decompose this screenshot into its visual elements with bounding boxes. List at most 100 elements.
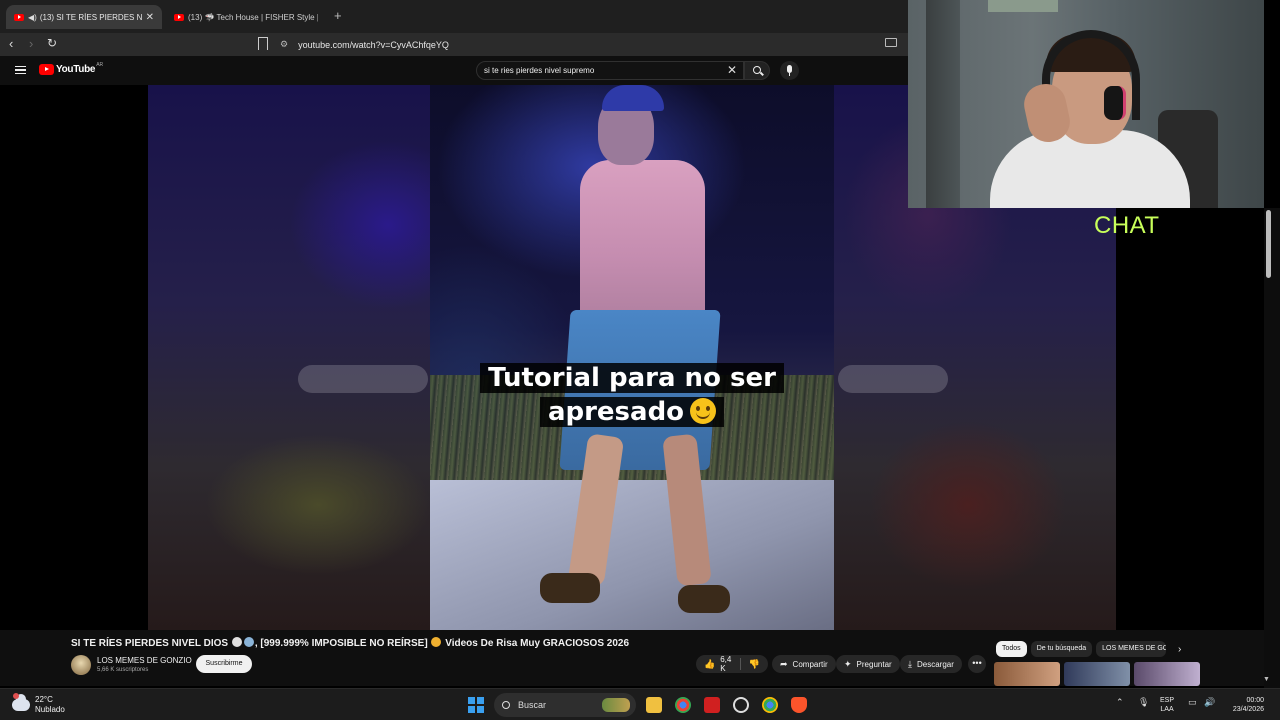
- person-torso: [580, 160, 705, 320]
- address-bar: ‹ › ↻ ⚙ youtube.com/watch?v=CyvAChfqeYQ: [0, 33, 908, 56]
- webcam-door: [926, 0, 960, 208]
- country-code: AR: [96, 61, 104, 68]
- search-highlight-image: [602, 698, 630, 712]
- file-explorer-icon[interactable]: [646, 697, 662, 713]
- chip-bar: Todos De tu búsqueda LOS MEMES DE GO: [996, 641, 1167, 657]
- network-icon[interactable]: ▭: [1188, 697, 1197, 708]
- weather-condition: Nublado: [35, 705, 65, 714]
- youtube-logo[interactable]: YouTube AR: [39, 61, 104, 75]
- show-hidden-icons[interactable]: ⌃: [1116, 697, 1124, 708]
- thumbnail[interactable]: [994, 662, 1060, 686]
- thumbs-down-icon: 👎: [748, 658, 760, 669]
- clear-search-icon[interactable]: ✕: [727, 63, 737, 77]
- scrollbar-thumb[interactable]: [1266, 210, 1271, 278]
- webcam-shelf: [988, 0, 1058, 12]
- caption-line-1: Tutorial para no ser: [480, 363, 784, 393]
- chevron-right-icon[interactable]: ›: [1178, 644, 1181, 655]
- sparkle-icon: ✦: [844, 658, 852, 669]
- speaker-icon[interactable]: ◀): [28, 13, 37, 22]
- microphone-icon[interactable]: 🎙: [1138, 697, 1149, 708]
- search-icon: [753, 66, 761, 74]
- weather-widget[interactable]: 22°C Nublado: [12, 693, 65, 715]
- chat-label: CHAT: [1094, 212, 1160, 239]
- ask-button[interactable]: ✦ Preguntar: [836, 655, 900, 673]
- new-tab-button[interactable]: +: [334, 8, 342, 23]
- time: 00:00: [1246, 697, 1264, 704]
- cloud-icon: [12, 693, 30, 711]
- like-button[interactable]: 👍 6,4 K: [696, 655, 740, 673]
- obs-icon[interactable]: [733, 697, 749, 713]
- forward-icon[interactable]: ›: [29, 36, 33, 51]
- search-input[interactable]: si te ries pierdes nivel supremo ✕: [476, 61, 744, 80]
- chip-channel[interactable]: LOS MEMES DE GO: [1096, 641, 1167, 657]
- share-button[interactable]: ➦ Compartir: [772, 655, 836, 673]
- chrome-profile-icon[interactable]: [762, 697, 778, 713]
- skull-emoji-icon: [231, 637, 242, 647]
- taskbar-search[interactable]: Buscar: [494, 693, 636, 717]
- person-shoe: [678, 585, 730, 613]
- share-label: Compartir: [792, 659, 828, 669]
- laughing-emoji-icon: [431, 637, 442, 647]
- title-part: Videos De Risa Muy GRACIOSOS 2026: [442, 638, 630, 649]
- taskbar-search-label: Buscar: [518, 700, 547, 710]
- tab-inactive[interactable]: (13) 🦈 Tech House | FISHER Style | M: [166, 5, 326, 29]
- close-tab-icon[interactable]: ✕: [146, 12, 154, 23]
- windows-start-icon[interactable]: [468, 697, 484, 713]
- voice-search-icon[interactable]: [780, 61, 799, 80]
- thumbnail[interactable]: [1064, 662, 1130, 686]
- dislike-button[interactable]: 👎: [741, 655, 768, 673]
- temperature: 22°C: [35, 695, 53, 704]
- tab-title: (13) 🦈 Tech House | FISHER Style | M: [188, 12, 318, 22]
- scroll-down-icon[interactable]: ▼: [1263, 676, 1270, 683]
- url-text: youtube.com/watch?v=CyvAChfqeYQ: [298, 39, 449, 50]
- reload-icon[interactable]: ↻: [47, 36, 57, 50]
- url-field[interactable]: ⚙ youtube.com/watch?v=CyvAChfqeYQ: [280, 35, 840, 54]
- taskbar: 22°C Nublado Buscar ⌃ 🎙 ESP LAA ▭ 🔊 00:0…: [0, 688, 1280, 720]
- ground-area: [430, 480, 834, 630]
- channel-name[interactable]: LOS MEMES DE GONZIO: [97, 656, 192, 665]
- volume-icon[interactable]: 🔊: [1204, 697, 1215, 708]
- thumbnail[interactable]: [1134, 662, 1200, 686]
- video-frame: Tutorial para no ser apresado: [430, 85, 834, 630]
- person-shoe: [540, 573, 600, 603]
- chrome-icon[interactable]: [675, 697, 691, 713]
- menu-icon[interactable]: [15, 66, 26, 74]
- lang-layout: LAA: [1160, 706, 1174, 713]
- blurred-caption-right: [838, 365, 948, 393]
- tab-active[interactable]: ◀) (13) SI TE RÍES PIERDES NIVEL ✕: [6, 5, 162, 29]
- like-count: 6,4 K: [720, 655, 732, 673]
- channel-avatar[interactable]: [71, 655, 91, 675]
- face-emoji-icon: [243, 637, 254, 647]
- download-label: Descargar: [916, 659, 954, 669]
- bookmark-icon[interactable]: [258, 37, 268, 53]
- like-dislike-group: 👍 6,4 K 👎: [696, 655, 768, 673]
- youtube-favicon-icon: [14, 13, 24, 21]
- thumbs-up-icon: 👍: [704, 658, 716, 669]
- chip-all[interactable]: Todos: [996, 641, 1027, 657]
- download-button[interactable]: ⤓ Descargar: [900, 655, 962, 673]
- language-indicator[interactable]: ESP LAA: [1160, 696, 1174, 714]
- scrollbar[interactable]: [1264, 208, 1280, 688]
- clock[interactable]: 00:00 23/4/2026: [1224, 696, 1264, 714]
- site-info-icon[interactable]: ⚙: [280, 39, 288, 50]
- youtube-logo-text: YouTube: [56, 64, 96, 75]
- video-title: SI TE RÍES PIERDES NIVEL DIOS , [999.999…: [71, 637, 629, 649]
- title-part: , [999.999% IMPOSIBLE NO REÍRSE]: [254, 638, 428, 649]
- chip-from-search[interactable]: De tu búsqueda: [1030, 641, 1093, 657]
- youtube-header: YouTube AR si te ries pierdes nivel supr…: [0, 56, 908, 85]
- more-actions-icon[interactable]: •••: [968, 655, 986, 673]
- pdf-reader-icon[interactable]: [704, 697, 720, 713]
- tab-title: (13) SI TE RÍES PIERDES NIVEL: [39, 12, 142, 22]
- brave-browser-icon[interactable]: [791, 697, 807, 713]
- subscriber-count: 5,66 K suscriptores: [97, 667, 149, 673]
- search-button[interactable]: [744, 61, 770, 80]
- cast-icon[interactable]: [885, 38, 897, 47]
- back-icon[interactable]: ‹: [9, 36, 13, 51]
- video-caption: Tutorial para no ser apresado: [430, 361, 834, 429]
- share-icon: ➦: [780, 658, 788, 669]
- person-cap: [602, 85, 664, 111]
- browser-tab-bar: ◀) (13) SI TE RÍES PIERDES NIVEL ✕ (13) …: [0, 0, 908, 33]
- subscribe-button[interactable]: Suscribirme: [196, 655, 252, 673]
- lang-code: ESP: [1160, 697, 1175, 704]
- blurred-caption-left: [298, 365, 428, 393]
